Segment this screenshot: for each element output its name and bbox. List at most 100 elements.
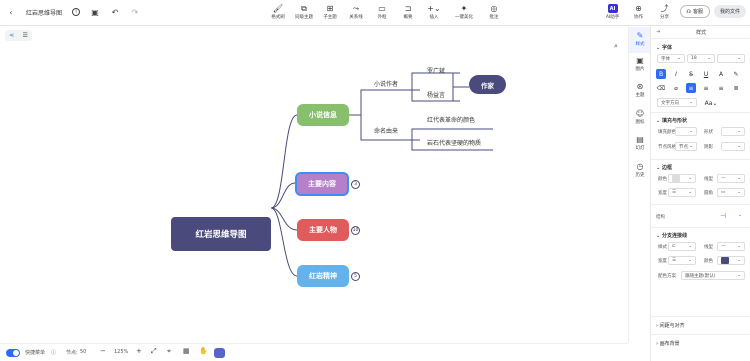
color-scheme-select[interactable]: 跟随主题(默认) ⌄ [681, 271, 745, 280]
customer-service-button[interactable]: ☊ 客服 [679, 5, 710, 18]
paint-button[interactable]: ⌀ [671, 83, 681, 93]
branch-line-type-select[interactable]: — ⌄ [717, 242, 745, 251]
border-color-select[interactable]: ⌄ [668, 174, 696, 183]
rail-sticker[interactable]: ☺ 图标 [629, 109, 651, 125]
leaf-naming-2[interactable]: 岩石代表坚硬的物质 [427, 138, 481, 147]
spacing-section-header[interactable]: › 间距与对齐 [656, 322, 685, 329]
format-painter-button[interactable]: 🖌 格式刷 [265, 3, 291, 20]
branch-width-select[interactable]: ☰ ⌄ [668, 256, 696, 265]
relation-line-button[interactable]: ⤳ 关系线 [343, 3, 369, 20]
align-left-button[interactable]: ≡ [686, 83, 696, 93]
sibling-topic-button[interactable]: ⧉ 同级主题 [291, 3, 317, 20]
leaf-naming-1[interactable]: 红代表革命的颜色 [427, 115, 475, 124]
leaf-author-1[interactable]: 罗广斌 [427, 66, 445, 75]
undo-icon[interactable]: ↶ [110, 7, 120, 17]
text-size-toggle[interactable]: Aa⌄ [703, 98, 719, 108]
branch-section-header[interactable]: ⌄ 分支连接线 [656, 232, 687, 239]
side-rail: ✎ 样式 ▣ 图片 ⊛ 主题 ☺ 图标 ▤ 幻灯 ◷ 历史 [628, 26, 651, 343]
locate-icon[interactable]: ⌖ [167, 347, 171, 356]
share-button[interactable]: ⤴ 分享 [654, 3, 676, 20]
shadow-select[interactable]: ⌄ [721, 142, 745, 151]
bold-button[interactable]: B [656, 69, 666, 79]
quick-menu-toggle[interactable] [6, 349, 20, 357]
document-title[interactable]: 红岩思维导图 [26, 8, 62, 17]
line-type-select[interactable]: — ⌄ [717, 174, 745, 183]
beautify-button[interactable]: ✦ 一键美化 [447, 3, 481, 20]
border-section-header[interactable]: ⌄ 边框 [656, 164, 672, 171]
root-node[interactable]: 红岩思维导图 [171, 217, 271, 251]
chevron-down-icon: ⌄ [738, 213, 742, 218]
chevron-down-icon: ⌄ [688, 244, 692, 249]
hand-icon[interactable]: ✋ [199, 347, 208, 355]
subtopic-button[interactable]: ⊞ 子主题 [317, 3, 343, 20]
branch-node-hongyan-spirit[interactable]: 红岩精神 [297, 265, 349, 287]
align-center-button[interactable]: ≡ [701, 83, 711, 93]
ai-assistant-button[interactable]: AI AI助手 [602, 3, 624, 20]
summary-button[interactable]: ⊐ 概要 [395, 3, 421, 20]
clear-format-button[interactable]: ⌫ [656, 83, 666, 93]
zoom-in-icon[interactable]: + [136, 347, 142, 355]
assistant-robot-icon[interactable] [214, 348, 225, 358]
structure-select[interactable]: ⊣ ⌄ [717, 211, 745, 220]
bottom-bar: 快捷菜单 ⓘ 节点: 50 − 125% + ⤢ ⌖ ▦ ✋ [0, 343, 628, 361]
align-right-button[interactable]: ≡ [716, 83, 726, 93]
zoom-level[interactable]: 125% [114, 349, 128, 355]
note-button[interactable]: ◎ 批注 [481, 3, 507, 20]
shape-select[interactable]: ⌄ [721, 127, 745, 136]
view-mode-toggle[interactable]: ⋖ ☰ [5, 30, 32, 41]
rail-image[interactable]: ▣ 图片 [629, 56, 651, 72]
text-direction-select[interactable]: 文字方向 ⌄ [657, 98, 697, 107]
canvas-section-header[interactable]: › 画布背景 [656, 340, 680, 347]
subtopic-naming[interactable]: 命名由来 [374, 126, 398, 135]
collapsed-count-badge[interactable]: 3 [351, 180, 360, 189]
node-style-select[interactable]: 节点 ⌄ [675, 142, 697, 151]
underline-button[interactable]: U [701, 69, 711, 79]
shadow-label: 阴影 [704, 145, 713, 150]
collapsed-count-badge[interactable]: 5 [351, 272, 360, 281]
insert-button[interactable]: +⌄ 插入 [421, 3, 447, 20]
highlight-button[interactable]: ✎ [731, 69, 741, 79]
rail-slides[interactable]: ▤ 幻灯 [629, 135, 651, 151]
font-size-select[interactable]: 18 ⌄ [687, 54, 715, 63]
fill-section-header[interactable]: ⌄ 填充与形状 [656, 117, 687, 124]
branch-node-main-content[interactable]: 主要内容 [295, 172, 349, 196]
collab-button[interactable]: ⊕ 协作 [628, 3, 650, 20]
help-icon[interactable]: ⓘ [51, 349, 56, 356]
strike-button[interactable]: S̶ [686, 69, 696, 79]
branch-node-novel-info[interactable]: 小说信息 [297, 104, 349, 126]
rail-style[interactable]: ✎ 样式 [629, 27, 651, 53]
panel-title: 样式 [695, 30, 706, 36]
font-extra-select[interactable]: ⌄ [717, 54, 745, 63]
back-icon[interactable]: ‹ [6, 7, 16, 17]
font-family-select[interactable]: 字体 ⌄ [657, 54, 685, 63]
mindmap-view-icon[interactable]: ⋖ [9, 32, 14, 39]
map-icon[interactable]: ▦ [183, 347, 190, 355]
leaf-author-2[interactable]: 杨益言 [427, 90, 445, 99]
rail-theme[interactable]: ⊛ 主题 [629, 82, 651, 98]
search-icon[interactable]: ⌕ [611, 41, 621, 51]
justify-button[interactable]: ≣ [731, 83, 741, 93]
fit-screen-icon[interactable]: ⤢ [151, 347, 157, 356]
save-icon[interactable]: ▣ [90, 7, 100, 17]
branch-color-select[interactable]: ⌄ [717, 256, 745, 265]
my-files-button[interactable]: 我的文件 [713, 5, 746, 18]
node-count-value: 50 [80, 349, 87, 355]
mindmap-canvas[interactable]: ⋖ ☰ ⌕ 红岩思维导图 小说信息 主要内容 主要人物 红岩精神 3 10 5 … [0, 26, 628, 343]
subtopic-author[interactable]: 小说作者 [374, 79, 398, 88]
branch-style-select[interactable]: ⊏ ⌄ [668, 242, 696, 251]
outer-frame-button[interactable]: ▭ 外框 [369, 3, 395, 20]
rail-history[interactable]: ◷ 历史 [629, 162, 651, 178]
border-width-select[interactable]: ☰ ⌄ [668, 188, 696, 197]
collapsed-count-badge[interactable]: 10 [351, 226, 360, 235]
font-color-button[interactable]: A [716, 69, 726, 79]
author-tag-node[interactable]: 作家 [469, 75, 506, 94]
branch-node-main-characters[interactable]: 主要人物 [297, 219, 349, 241]
corner-select[interactable]: ▭ ⌄ [717, 188, 745, 197]
fill-color-select[interactable]: ⌄ [675, 127, 697, 136]
outline-view-icon[interactable]: ☰ [22, 32, 27, 39]
info-icon[interactable]: i [72, 8, 81, 16]
italic-button[interactable]: I [671, 69, 681, 79]
font-section-header[interactable]: ⌄ 字体 [656, 44, 672, 51]
redo-icon[interactable]: ↷ [130, 7, 140, 17]
zoom-out-icon[interactable]: − [100, 347, 106, 355]
